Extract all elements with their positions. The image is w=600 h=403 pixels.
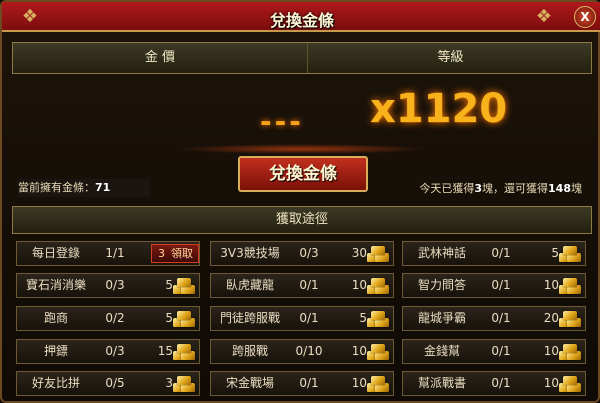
- gold-bar-icon: [367, 374, 389, 393]
- header-gold-price: 金 價: [13, 43, 308, 73]
- activity-reward: 5: [551, 246, 559, 260]
- activity-item[interactable]: 跑商 0/2 5: [16, 306, 200, 331]
- gold-bar-icon: [559, 374, 581, 393]
- activity-progress: 0/1: [491, 311, 511, 325]
- gold-bar-icon: [173, 342, 195, 361]
- activity-reward: 5: [165, 311, 173, 325]
- today-summary: 今天已獲得3塊，還可獲得148塊: [419, 180, 582, 196]
- activity-name: 每日登錄: [31, 246, 80, 260]
- activity-name: 龍城爭霸: [417, 311, 466, 325]
- today-gained: 3: [474, 182, 483, 195]
- activity-name: 智力問答: [417, 278, 466, 292]
- glow-divider: [177, 144, 427, 154]
- activity-item[interactable]: 金錢幫 0/1 10: [402, 339, 586, 364]
- header-level: 等級: [437, 50, 464, 65]
- today-prefix: 今天已獲得: [419, 182, 475, 195]
- activity-progress: 0/3: [105, 344, 125, 358]
- activity-item[interactable]: 智力問答 0/1 10: [402, 273, 586, 298]
- title-bar: ❖ ❖ 兌換金條 X: [2, 2, 600, 32]
- activity-progress: 1/1: [105, 246, 125, 260]
- activity-progress: 0/1: [491, 344, 511, 358]
- activity-name: 跑商: [43, 311, 68, 325]
- activity-item[interactable]: 門徒跨服戰 0/1 5: [210, 306, 394, 331]
- activity-item[interactable]: 龍城爭霸 0/1 20: [402, 306, 586, 331]
- exchange-gold-window: ❖ ❖ 兌換金條 X 金 價 等級 --- x1120 當前擁有金條：71 兌換…: [0, 0, 600, 403]
- gold-bar-icon: [367, 342, 389, 361]
- claim-reward-button[interactable]: 3 領取: [151, 244, 199, 263]
- activity-name: 武林神話: [417, 246, 466, 260]
- gold-bar-icon: [559, 342, 581, 361]
- gold-bar-icon: [367, 309, 389, 328]
- activity-name: 臥虎藏龍: [225, 278, 274, 292]
- activity-reward: 5: [165, 278, 173, 292]
- price-dashes: ---: [260, 105, 304, 138]
- activity-reward: 10: [351, 376, 367, 390]
- activity-name: 跨服戰: [231, 344, 268, 358]
- activity-name: 金錢幫: [423, 344, 460, 358]
- gold-bar-icon: [559, 309, 581, 328]
- acquire-methods-title: 獲取途徑: [12, 206, 592, 234]
- gold-bar-icon: [559, 276, 581, 295]
- activity-name: 寶石消消樂: [25, 278, 86, 292]
- activity-item[interactable]: 押鏢 0/3 15: [16, 339, 200, 364]
- owned-gold: 當前擁有金條：71: [18, 179, 150, 197]
- activity-item[interactable]: 每日登錄 1/1 3 領取: [16, 241, 200, 266]
- activity-item[interactable]: 3V3競技場 0/3 30: [210, 241, 394, 266]
- activity-name: 門徒跨服戰: [219, 311, 280, 325]
- activity-name: 幫派戰書: [417, 376, 466, 390]
- close-button[interactable]: X: [574, 6, 596, 28]
- activity-progress: 0/5: [105, 376, 125, 390]
- activity-item[interactable]: 幫派戰書 0/1 10: [402, 371, 586, 396]
- activity-progress: 0/3: [105, 278, 125, 292]
- activity-reward: 10: [543, 278, 559, 292]
- activity-item[interactable]: 臥虎藏龍 0/1 10: [210, 273, 394, 298]
- activity-reward: 10: [543, 376, 559, 390]
- activity-item[interactable]: 跨服戰 0/10 10: [210, 339, 394, 364]
- window-title: 兌換金條: [269, 11, 334, 30]
- activity-item[interactable]: 好友比拼 0/5 3: [16, 371, 200, 396]
- gold-bar-icon: [173, 309, 195, 328]
- activity-name: 押鏢: [43, 344, 68, 358]
- redeem-gold-button[interactable]: 兌換金條: [238, 156, 368, 192]
- today-mid: 塊，還可獲得: [482, 182, 549, 195]
- activity-reward: 5: [359, 311, 367, 325]
- activity-item[interactable]: 宋金戰場 0/1 10: [210, 371, 394, 396]
- activity-name: 好友比拼: [31, 376, 80, 390]
- activity-reward: 10: [351, 344, 367, 358]
- activity-progress: 0/1: [299, 278, 319, 292]
- activity-name: 3V3競技場: [220, 246, 280, 260]
- activity-item[interactable]: 寶石消消樂 0/3 5: [16, 273, 200, 298]
- claim-status: 領取: [171, 247, 193, 260]
- activity-reward: 10: [543, 344, 559, 358]
- activity-name: 宋金戰場: [225, 376, 274, 390]
- activity-reward: 10: [351, 278, 367, 292]
- owned-label: 當前擁有金條：: [18, 181, 95, 194]
- price-level-header: 金 價 等級: [12, 42, 592, 74]
- activity-reward: 15: [157, 344, 173, 358]
- owned-value: 71: [95, 181, 111, 194]
- activity-progress: 0/1: [491, 246, 511, 260]
- activity-reward: 30: [351, 246, 367, 260]
- activity-progress: 0/1: [491, 278, 511, 292]
- activity-reward: 3: [165, 376, 173, 390]
- activity-progress: 0/1: [299, 376, 319, 390]
- activity-reward: 20: [543, 311, 559, 325]
- price-multiplier: x1120: [370, 86, 508, 132]
- today-suffix: 塊: [571, 182, 582, 195]
- activity-progress: 0/3: [299, 246, 319, 260]
- gold-bar-icon: [367, 244, 389, 263]
- gold-bar-icon: [173, 276, 195, 295]
- activity-progress: 0/10: [295, 344, 323, 358]
- gold-bar-icon: [559, 244, 581, 263]
- activity-progress: 0/1: [491, 376, 511, 390]
- activity-reward: 3: [158, 247, 165, 260]
- activity-item[interactable]: 武林神話 0/1 5: [402, 241, 586, 266]
- activity-progress: 0/1: [299, 311, 319, 325]
- activity-progress: 0/2: [105, 311, 125, 325]
- gold-bar-icon: [367, 276, 389, 295]
- today-remaining: 148: [548, 182, 571, 195]
- gold-bar-icon: [173, 374, 195, 393]
